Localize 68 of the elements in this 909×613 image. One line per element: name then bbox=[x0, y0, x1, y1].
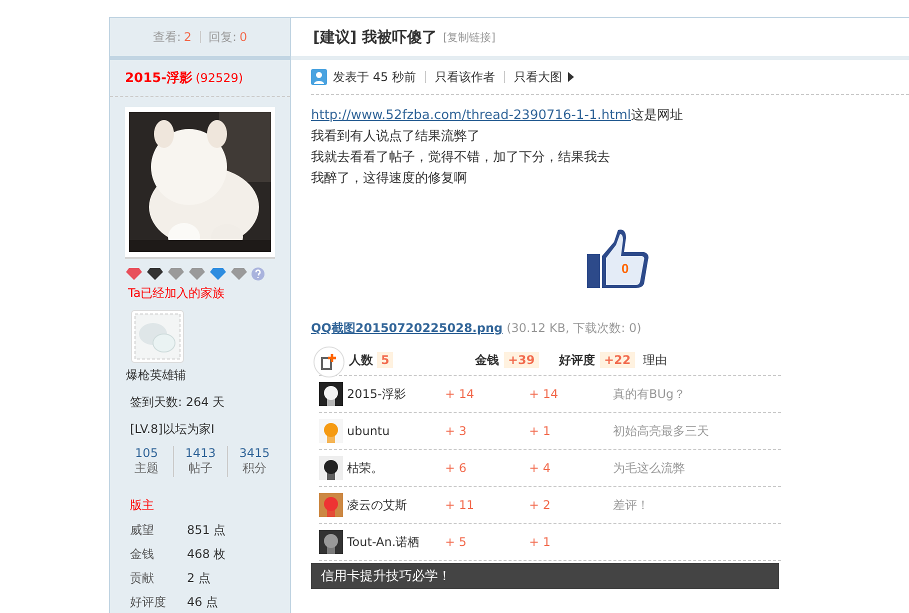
stat-value[interactable]: 3415 bbox=[239, 446, 270, 460]
share-icon[interactable] bbox=[313, 346, 345, 378]
stat-label: 主题 bbox=[134, 460, 158, 477]
stat-label: 帖子 bbox=[188, 460, 212, 477]
attribute-value: 468 枚 bbox=[187, 546, 226, 562]
attachment-link[interactable]: QQ截图20150720225028.png bbox=[311, 320, 503, 337]
family-heading: Ta已经加入的家族 bbox=[128, 285, 226, 302]
stat-label: 积分 bbox=[242, 460, 266, 477]
money-change: + 5 bbox=[445, 535, 467, 549]
stat-value[interactable]: 105 bbox=[135, 446, 158, 460]
attribute-label: 威望 bbox=[130, 522, 155, 538]
rater-name[interactable]: 枯荣。 bbox=[347, 460, 383, 476]
attribute-value: 46 点 bbox=[187, 594, 218, 610]
thread-url-link[interactable]: http://www.52fzba.com/thread-2390716-1-1.html bbox=[311, 108, 631, 123]
attribute-value: 851 点 bbox=[187, 522, 226, 538]
money-change: + 14 bbox=[445, 387, 474, 401]
sign-in-days: 签到天数: 264 天 bbox=[130, 394, 290, 411]
rating-change: + 1 bbox=[529, 535, 551, 549]
reply-count: 0 bbox=[240, 30, 248, 44]
medal-icon[interactable] bbox=[146, 267, 164, 281]
attribute-label: 好评度 bbox=[130, 594, 167, 610]
post-text: http://www.52fzba.com/thread-2390716-1-1.html这是网址 bbox=[311, 107, 684, 125]
post-time: 发表于 45 秒前 bbox=[333, 68, 416, 86]
user-group: 版主 bbox=[130, 497, 290, 514]
post-text: 我醉了，这得速度的修复啊 bbox=[311, 170, 468, 188]
money-change: + 11 bbox=[445, 498, 474, 512]
view-count-label: 查看: bbox=[152, 28, 181, 46]
total-badge: +39 bbox=[504, 352, 539, 368]
column-header: 好评度 bbox=[559, 352, 595, 368]
rating-reason: 为毛这么流弊 bbox=[613, 460, 685, 474]
total-badge: +22 bbox=[600, 352, 635, 368]
post-text: 我就去看看了帖子，觉得不错，加了下分，结果我去 bbox=[311, 149, 611, 167]
rating-reason: 差评！ bbox=[613, 498, 649, 512]
author-only-link[interactable]: 只看该作者 bbox=[434, 68, 495, 86]
money-change: + 6 bbox=[445, 461, 467, 475]
user-level: [LV.8]以坛为家I bbox=[130, 421, 216, 438]
attribute-label: 金钱 bbox=[130, 546, 155, 562]
rating-reason: 真的有BUg？ bbox=[613, 386, 686, 400]
rating-change: + 2 bbox=[529, 498, 551, 512]
rating-change: + 1 bbox=[529, 424, 551, 438]
ad-banner[interactable]: 信用卡提升技巧必学！ bbox=[311, 563, 779, 589]
reply-count-label: 回复: bbox=[208, 28, 237, 46]
rater-name[interactable]: 凌云の艾斯 bbox=[347, 496, 407, 514]
rating-change: + 4 bbox=[529, 461, 551, 475]
thread-title: [建议] 我被吓傻了 bbox=[313, 28, 437, 46]
family-name[interactable]: 爆枪英雄辅 bbox=[126, 367, 290, 384]
rating-reason: 初始高亮最多三天 bbox=[613, 424, 709, 438]
count-badge: 5 bbox=[377, 352, 394, 368]
attribute-label: 贡献 bbox=[130, 570, 155, 586]
user-id: (92529) bbox=[196, 71, 244, 85]
rater-name[interactable]: Tout-An.诺栖 bbox=[347, 534, 420, 550]
column-header: 人数 bbox=[349, 352, 373, 368]
help-icon[interactable] bbox=[251, 267, 265, 281]
column-header: 理由 bbox=[643, 352, 667, 366]
rater-name[interactable]: 2015-浮影 bbox=[347, 386, 406, 402]
big-images-link[interactable]: 只看大图 bbox=[514, 68, 562, 86]
column-header: 金钱 bbox=[475, 352, 499, 368]
rating-change: + 14 bbox=[529, 387, 558, 401]
money-change: + 3 bbox=[445, 424, 467, 438]
user-icon bbox=[311, 69, 327, 85]
view-count: 2 bbox=[184, 30, 192, 44]
attribute-value: 2 点 bbox=[187, 570, 210, 586]
chat-bubbles-icon[interactable] bbox=[131, 310, 184, 363]
play-icon[interactable] bbox=[568, 72, 574, 82]
post-text: 我看到有人说点了结果流弊了 bbox=[311, 128, 481, 146]
rater-name[interactable]: ubuntu bbox=[347, 424, 390, 438]
attachment-info: (30.12 KB, 下载次数: 0) bbox=[506, 320, 642, 337]
stat-value[interactable]: 1413 bbox=[185, 446, 216, 460]
